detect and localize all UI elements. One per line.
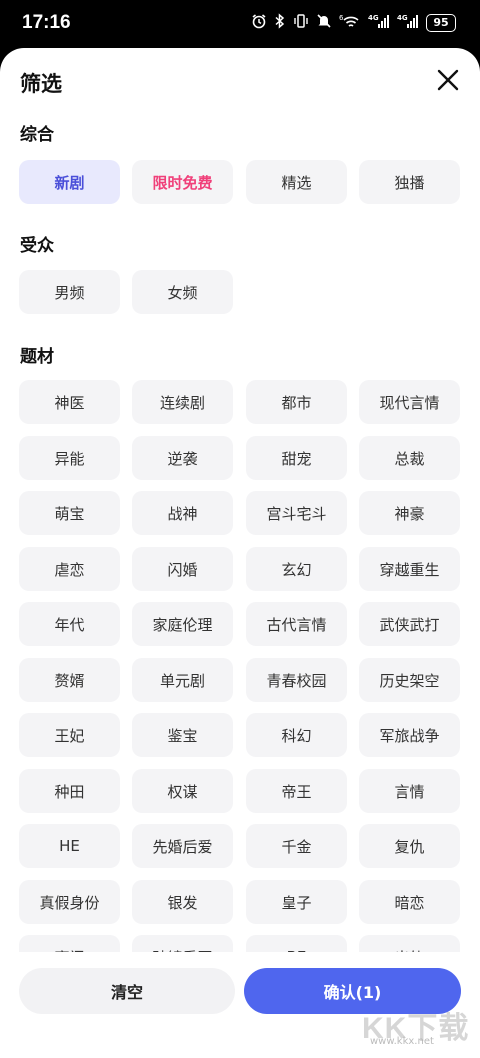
- filter-chip-genre[interactable]: 帝王: [246, 769, 347, 813]
- filter-chip-general[interactable]: 精选: [246, 160, 347, 204]
- close-icon: [437, 69, 459, 91]
- filter-chip-genre[interactable]: 豪门: [19, 935, 120, 952]
- filter-chip-genre[interactable]: 虐恋: [19, 547, 120, 591]
- genre-options: 神医 连续剧 都市 现代言情异能 逆袭 甜宠 总裁萌宝 战神 宫斗宅斗 神豪虐恋 闪婚 玄幻 穿越重生年…: [0, 380, 480, 952]
- filter-chip-genre[interactable]: 出轨: [359, 935, 460, 952]
- filter-chip-genre[interactable]: 军旅战争: [359, 713, 460, 757]
- filter-chip-genre[interactable]: 玄幻: [246, 547, 347, 591]
- filter-chip-genre[interactable]: 真假身份: [19, 880, 120, 924]
- filter-chip-genre[interactable]: 破镜重圆: [132, 935, 233, 952]
- filter-chip-genre[interactable]: 古代言情: [246, 602, 347, 646]
- filter-chip-general[interactable]: 独播: [359, 160, 460, 204]
- filter-chip-genre[interactable]: 连续剧: [132, 380, 233, 424]
- filter-chip-genre[interactable]: BE: [246, 935, 347, 952]
- bottom-action-bar: 清空 确认(1): [0, 952, 480, 1058]
- filter-chip-genre[interactable]: 赘婿: [19, 658, 120, 702]
- filter-chip-genre[interactable]: 甜宠: [246, 436, 347, 480]
- filter-chip-genre[interactable]: 异能: [19, 436, 120, 480]
- filter-chip-general[interactable]: 限时免费: [132, 160, 233, 204]
- filter-chip-genre[interactable]: 银发: [132, 880, 233, 924]
- wifi-icon: 6: [339, 13, 361, 32]
- filter-chip-genre[interactable]: 言情: [359, 769, 460, 813]
- filter-chip-genre[interactable]: 逆袭: [132, 436, 233, 480]
- status-bar: 17:16 6 4G 4G 95: [0, 0, 480, 48]
- filter-chip-genre[interactable]: 单元剧: [132, 658, 233, 702]
- filter-chip-genre[interactable]: 种田: [19, 769, 120, 813]
- mute-icon: [316, 13, 332, 32]
- filter-chip-genre[interactable]: 千金: [246, 824, 347, 868]
- filter-chip-genre[interactable]: 王妃: [19, 713, 120, 757]
- close-button[interactable]: [434, 66, 462, 94]
- filter-chip-genre[interactable]: 总裁: [359, 436, 460, 480]
- signal-4g-icon: 4G: [368, 13, 390, 32]
- section-title-general: 综合: [20, 125, 54, 145]
- section-title-audience: 受众: [20, 236, 54, 256]
- filter-chip-genre[interactable]: 现代言情: [359, 380, 460, 424]
- filter-chip-genre[interactable]: 神豪: [359, 491, 460, 535]
- vibrate-icon: [293, 13, 309, 32]
- filter-chip-genre[interactable]: 暗恋: [359, 880, 460, 924]
- sheet-title: 筛选: [20, 72, 62, 96]
- filter-chip-genre[interactable]: 萌宝: [19, 491, 120, 535]
- bluetooth-icon: [274, 13, 286, 32]
- signal-4g-icon: 4G: [397, 13, 419, 32]
- filter-chip-audience[interactable]: 男频: [19, 270, 120, 314]
- filter-chip-genre[interactable]: HE: [19, 824, 120, 868]
- filter-chip-genre[interactable]: 权谋: [132, 769, 233, 813]
- filter-chip-genre[interactable]: 穿越重生: [359, 547, 460, 591]
- filter-chip-genre[interactable]: 历史架空: [359, 658, 460, 702]
- battery-indicator: 95: [426, 13, 456, 32]
- filter-chip-genre[interactable]: 鉴宝: [132, 713, 233, 757]
- filter-chip-genre[interactable]: 武侠武打: [359, 602, 460, 646]
- filter-chip-genre[interactable]: 战神: [132, 491, 233, 535]
- status-icons: 6 4G 4G 95: [251, 13, 456, 32]
- filter-sheet: 筛选 综合 新剧 限时免费 精选 独播 受众 男频 女频 题材 神医 连续剧 都市 现代言情异…: [0, 48, 480, 1058]
- filter-chip-genre[interactable]: 宫斗宅斗: [246, 491, 347, 535]
- filter-chip-audience[interactable]: 女频: [132, 270, 233, 314]
- filter-chip-genre[interactable]: 都市: [246, 380, 347, 424]
- filter-chip-genre[interactable]: 皇子: [246, 880, 347, 924]
- filter-chip-genre[interactable]: 闪婚: [132, 547, 233, 591]
- alarm-icon: [251, 13, 267, 32]
- filter-chip-genre[interactable]: 青春校园: [246, 658, 347, 702]
- filter-chip-genre[interactable]: 年代: [19, 602, 120, 646]
- signal-label: 4G: [368, 14, 379, 22]
- clear-button[interactable]: 清空: [19, 968, 235, 1014]
- filter-chip-genre[interactable]: 家庭伦理: [132, 602, 233, 646]
- status-time: 17:16: [22, 12, 71, 33]
- confirm-button[interactable]: 确认(1): [244, 968, 461, 1014]
- filter-chip-genre[interactable]: 复仇: [359, 824, 460, 868]
- filter-chip-genre[interactable]: 科幻: [246, 713, 347, 757]
- section-title-genre: 题材: [20, 347, 54, 367]
- filter-chip-general[interactable]: 新剧: [19, 160, 120, 204]
- filter-chip-genre[interactable]: 神医: [19, 380, 120, 424]
- signal-label: 4G: [397, 14, 408, 22]
- wifi-label: 6: [339, 14, 344, 22]
- filter-chip-genre[interactable]: 先婚后爱: [132, 824, 233, 868]
